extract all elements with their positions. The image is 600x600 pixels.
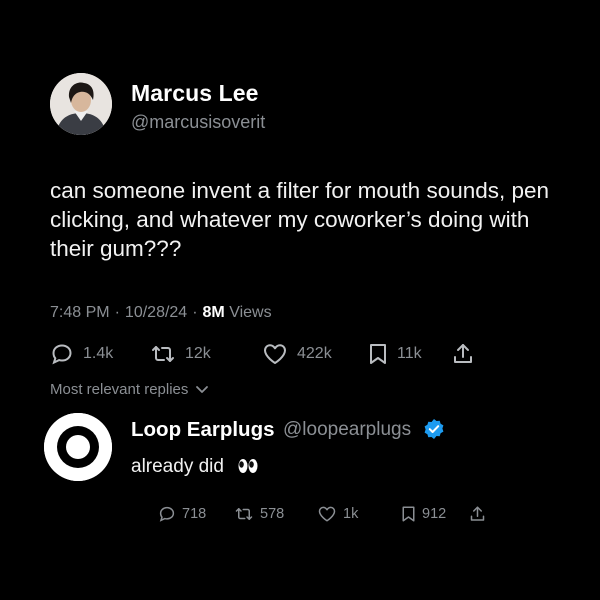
bookmark-icon [370,344,386,364]
like-button[interactable]: 422k [262,342,332,366]
chevron-down-icon [196,385,209,393]
reply-count: 1.4k [83,345,114,362]
separator-dot: · [114,304,120,321]
repost-icon [235,508,253,520]
reply-icon [159,506,175,522]
replies-sort-label: Most relevant replies [50,381,189,398]
reply-button[interactable]: 1.4k [50,342,113,366]
author-handle[interactable]: @marcusisoverit [131,112,265,133]
bookmark-button[interactable]: 11k [368,342,422,366]
tweet-date[interactable]: 10/28/24 [125,304,187,321]
share-icon [454,344,472,363]
heart-icon [264,344,286,364]
reply-like-button[interactable]: 1k [317,505,358,523]
reply-action-bar: 718 578 1k 912 [158,505,498,525]
repost-icon [152,346,174,362]
reply-reply-button[interactable]: 718 [158,505,206,523]
bookmark-icon [402,506,415,522]
reply-repost-count: 578 [260,506,285,522]
reply-share-button[interactable] [469,505,486,523]
verified-badge-icon [423,418,445,440]
views-label: Views [229,304,272,321]
reply-reply-count: 718 [182,506,207,522]
author-avatar[interactable] [50,73,112,135]
author-name[interactable]: Marcus Lee [131,80,259,107]
share-icon [470,506,485,521]
eyes-emoji-icon [237,458,259,479]
tweet-text: can someone invent a filter for mouth so… [50,178,550,261]
views-count: 8M [202,304,225,321]
reply-bookmark-button[interactable]: 912 [401,505,446,523]
tweet-time[interactable]: 7:48 PM [50,304,110,321]
share-button[interactable] [452,342,474,366]
heart-icon [318,506,336,522]
reply-avatar-logo[interactable] [44,413,112,481]
reply-like-count: 1k [343,506,359,522]
like-count: 422k [297,345,332,362]
repost-button[interactable]: 12k [150,342,211,366]
separator-dot: · [192,304,198,321]
reply-bookmark-count: 912 [422,506,447,522]
reply-icon [52,344,72,365]
reply-author-name[interactable]: Loop Earplugs [131,418,275,442]
tweet-meta: 7:48 PM · 10/28/24 · 8M Views [50,304,272,322]
bookmark-count: 11k [397,345,422,362]
reply-text: already did [131,456,224,477]
repost-count: 12k [185,345,211,362]
tweet-action-bar: 1.4k 12k 422k 11k [50,340,480,368]
reply-repost-button[interactable]: 578 [234,505,284,523]
reply-author-handle[interactable]: @loopearplugs [283,419,411,441]
replies-sort-dropdown[interactable]: Most relevant replies [50,381,209,398]
